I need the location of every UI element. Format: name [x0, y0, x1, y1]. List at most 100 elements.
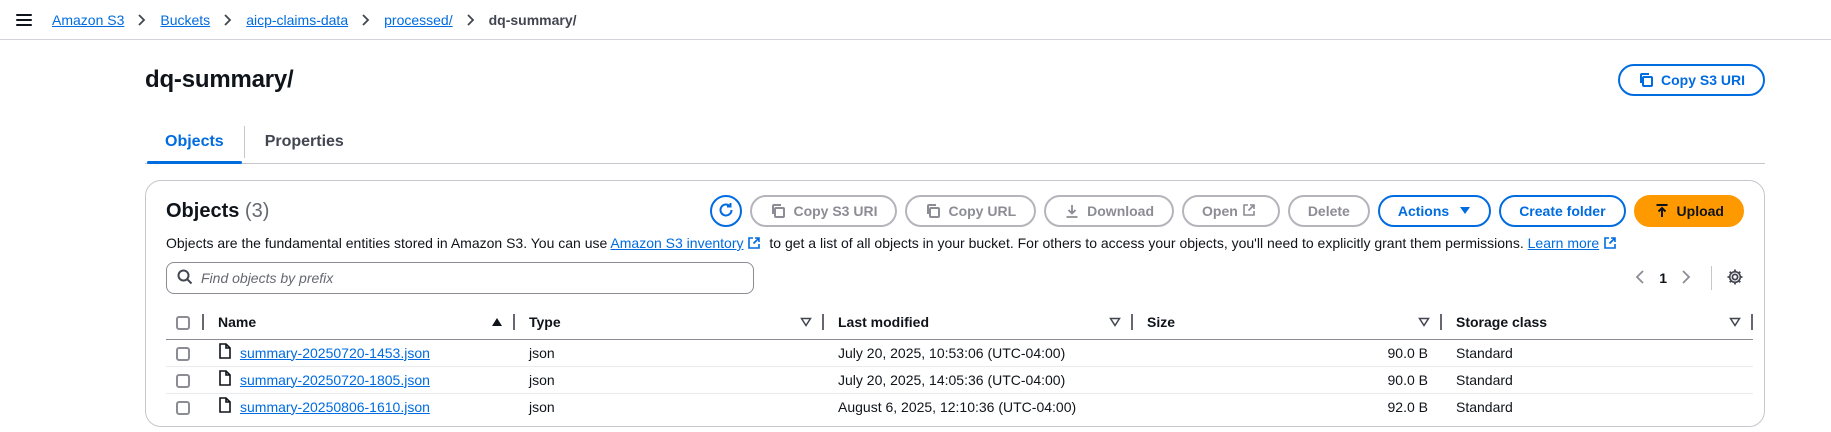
- last-modified-cell: August 6, 2025, 12:10:36 (UTC-04:00): [838, 398, 1077, 415]
- column-header-name[interactable]: Name: [204, 305, 515, 340]
- sort-icon[interactable]: [1729, 314, 1741, 330]
- row-checkbox[interactable]: [176, 346, 190, 361]
- sort-icon[interactable]: [1418, 314, 1430, 330]
- copy-icon: [770, 203, 786, 219]
- copy-icon: [925, 203, 941, 219]
- chevron-right-icon: [359, 13, 373, 27]
- copy-s3-uri-button-label: Copy S3 URI: [793, 203, 878, 219]
- learn-more-link[interactable]: Learn more: [1528, 235, 1600, 251]
- select-all-checkbox[interactable]: [176, 315, 190, 330]
- column-name-label: Name: [218, 313, 257, 330]
- external-link-icon: [1603, 235, 1617, 255]
- create-folder-button[interactable]: Create folder: [1499, 195, 1626, 227]
- row-select-cell: [166, 366, 204, 394]
- copy-s3-uri-header-button[interactable]: Copy S3 URI: [1617, 64, 1765, 96]
- breadcrumb-processed[interactable]: processed/: [384, 12, 452, 28]
- open-button[interactable]: Open: [1182, 195, 1280, 227]
- download-button-label: Download: [1087, 203, 1155, 219]
- menu-icon[interactable]: [16, 10, 36, 30]
- upload-button[interactable]: Upload: [1633, 195, 1744, 227]
- storage-class-cell: Standard: [1442, 339, 1753, 367]
- page-title: dq-summary/: [145, 66, 294, 93]
- row-select-cell: [166, 339, 204, 367]
- table-header-row: Name Type Last modified Size Storage cla…: [166, 305, 1753, 340]
- actions-dropdown-button[interactable]: Actions: [1377, 195, 1492, 227]
- refresh-button[interactable]: [710, 195, 743, 227]
- search-input[interactable]: [201, 270, 721, 286]
- pagination: 1: [1635, 266, 1744, 290]
- objects-title: Objects: [166, 199, 240, 222]
- download-icon: [1064, 203, 1080, 219]
- upload-icon: [1654, 203, 1670, 219]
- refresh-icon: [717, 201, 735, 222]
- column-header-size[interactable]: Size: [1133, 305, 1442, 340]
- column-resizer[interactable]: [1751, 314, 1753, 330]
- last-modified-cell: July 20, 2025, 10:53:06 (UTC-04:00): [824, 339, 1133, 367]
- copy-s3-uri-button[interactable]: Copy S3 URI: [750, 195, 898, 227]
- column-type-label: Type: [529, 313, 561, 330]
- download-button[interactable]: Download: [1044, 195, 1175, 227]
- actions-label: Actions: [1397, 203, 1450, 219]
- type-cell: json: [529, 398, 555, 415]
- sort-icon[interactable]: [1109, 314, 1121, 330]
- column-size-label: Size: [1147, 313, 1176, 330]
- objects-actions: Copy S3 URI Copy URL Download Open Delet…: [710, 195, 1744, 227]
- caret-down-icon: [1459, 206, 1471, 216]
- copy-url-button[interactable]: Copy URL: [905, 195, 1037, 227]
- chevron-left-icon[interactable]: [1635, 269, 1645, 287]
- copy-icon: [1638, 72, 1654, 88]
- search-icon: [177, 269, 193, 288]
- size-cell: 90.0 B: [1133, 339, 1442, 367]
- name-cell: summary-20250806-1610.json: [204, 393, 515, 420]
- column-header-last-modified[interactable]: Last modified: [824, 305, 1133, 340]
- delete-button[interactable]: Delete: [1287, 195, 1370, 227]
- object-name-link[interactable]: summary-20250720-1453.json: [240, 345, 430, 361]
- file-icon: [218, 397, 232, 416]
- object-name-link[interactable]: summary-20250720-1805.json: [240, 372, 430, 388]
- page-number[interactable]: 1: [1659, 270, 1667, 286]
- chevron-right-icon[interactable]: [1681, 269, 1691, 287]
- external-link-icon: [1242, 203, 1256, 220]
- objects-panel: Objects (3) Copy S3 URI Copy URL Downloa…: [145, 180, 1765, 427]
- copy-s3-uri-label: Copy S3 URI: [1660, 72, 1745, 88]
- breadcrumb-bucket[interactable]: aicp-claims-data: [246, 12, 348, 28]
- column-header-type[interactable]: Type: [515, 305, 824, 340]
- filter-row: 1: [166, 261, 1744, 295]
- sort-ascending-icon[interactable]: [491, 314, 503, 330]
- breadcrumb-current: dq-summary/: [488, 11, 577, 28]
- table-row: summary-20250720-1453.json json July 20,…: [166, 339, 1753, 367]
- chevron-right-icon: [135, 13, 149, 27]
- object-name-link[interactable]: summary-20250806-1610.json: [240, 399, 430, 415]
- row-checkbox[interactable]: [176, 373, 190, 388]
- breadcrumb-buckets[interactable]: Buckets: [160, 12, 210, 28]
- breadcrumb-amazon-s3[interactable]: Amazon S3: [52, 12, 124, 28]
- gear-icon[interactable]: [1726, 268, 1744, 289]
- main-content: dq-summary/ Copy S3 URI Objects Properti…: [145, 40, 1765, 427]
- size-cell: 92.0 B: [1387, 398, 1428, 415]
- table-row: summary-20250720-1805.json json July 20,…: [166, 366, 1753, 394]
- open-button-label: Open: [1202, 203, 1238, 219]
- column-header-storage-class[interactable]: Storage class: [1442, 305, 1753, 340]
- last-modified-cell: July 20, 2025, 14:05:36 (UTC-04:00): [824, 366, 1133, 394]
- tab-list: Objects Properties: [145, 120, 1765, 164]
- row-checkbox[interactable]: [176, 400, 190, 415]
- copy-url-button-label: Copy URL: [948, 203, 1017, 219]
- description-text-start: Objects are the fundamental entities sto…: [166, 235, 608, 251]
- select-all-header: [166, 305, 204, 340]
- description-text-middle: to get a list of all objects in your buc…: [769, 235, 1524, 251]
- tab-objects[interactable]: Objects: [145, 120, 244, 164]
- sort-icon[interactable]: [800, 314, 812, 330]
- tab-properties[interactable]: Properties: [245, 120, 364, 163]
- breadcrumb: Amazon S3 Buckets aicp-claims-data proce…: [52, 12, 577, 28]
- type-cell: json: [515, 366, 824, 394]
- row-select-cell: [166, 393, 204, 420]
- objects-count: (3): [244, 199, 270, 222]
- objects-panel-header: Objects (3) Copy S3 URI Copy URL Downloa…: [166, 193, 1744, 229]
- name-cell: summary-20250720-1805.json: [204, 366, 515, 394]
- s3-inventory-link[interactable]: Amazon S3 inventory: [610, 235, 743, 251]
- objects-table: Name Type Last modified Size Storage cla…: [166, 305, 1753, 420]
- column-storage-class-label: Storage class: [1456, 313, 1548, 330]
- page-header: dq-summary/ Copy S3 URI: [145, 40, 1765, 120]
- search-box: [166, 262, 754, 294]
- size-cell: 90.0 B: [1133, 366, 1442, 394]
